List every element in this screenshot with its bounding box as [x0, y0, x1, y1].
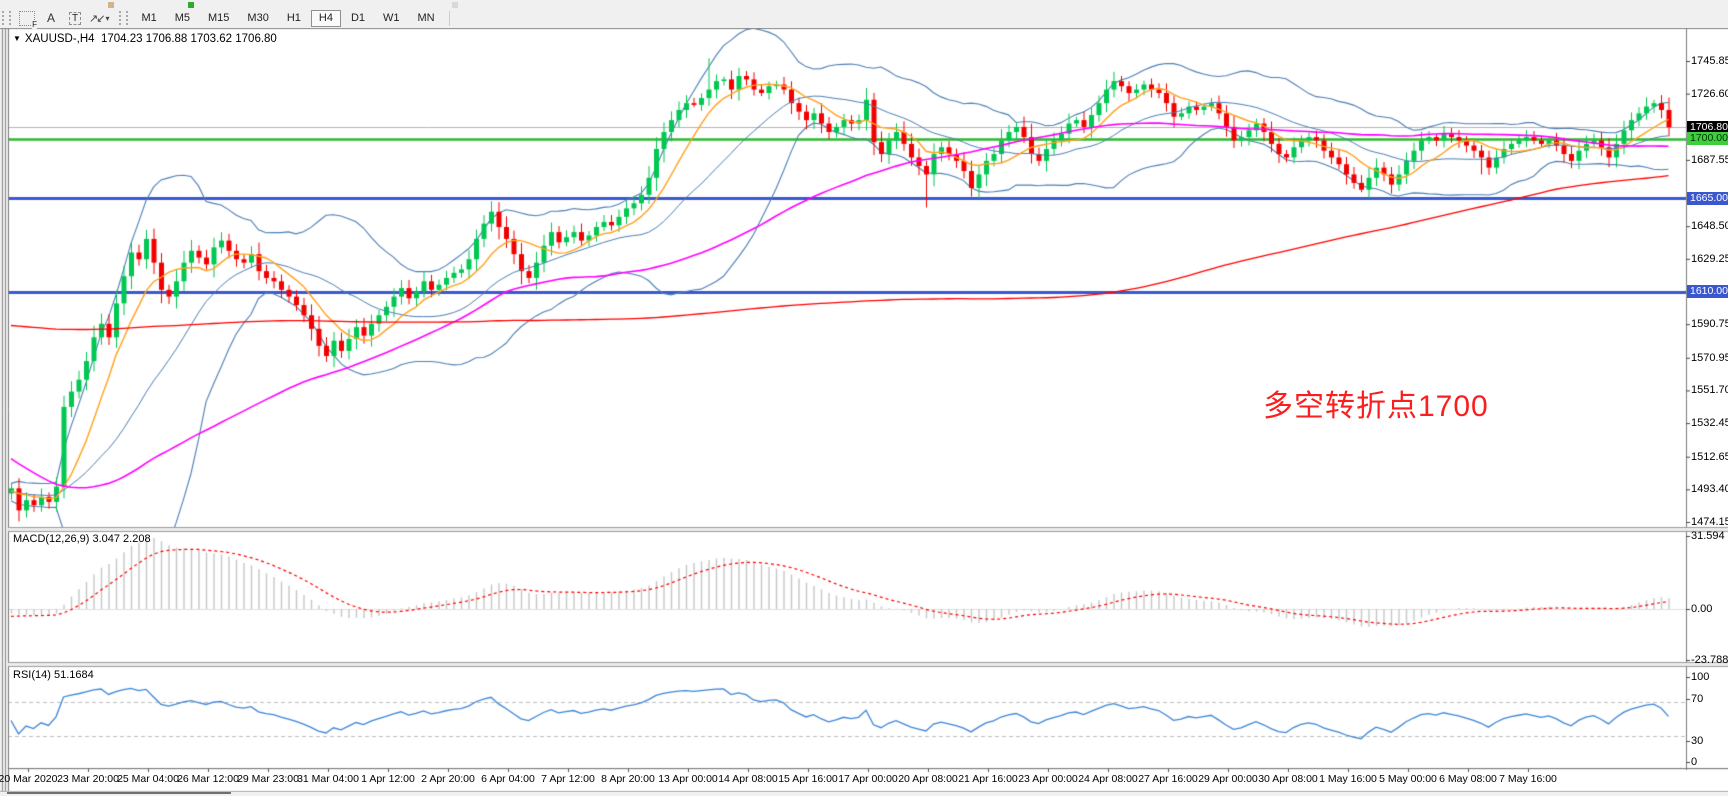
timeframe-w1-button[interactable]: W1	[375, 10, 408, 27]
rsi-axis-label: 30	[1691, 735, 1703, 747]
price-axis-label: 1590.75	[1691, 318, 1728, 330]
timeframe-m30-button[interactable]: M30	[239, 10, 276, 27]
bottom-panel-edge	[7, 792, 231, 794]
time-axis-label: 21 Apr 16:00	[958, 773, 1018, 785]
macd-axis-label: 31.594	[1691, 530, 1725, 542]
symbol-dropdown-icon[interactable]: ▼	[13, 34, 21, 43]
time-axis-label: 31 Mar 04:00	[297, 773, 359, 785]
time-axis-label: 29 Mar 23:00	[237, 773, 299, 785]
letter-a-icon: A	[47, 11, 55, 25]
time-axis-label: 30 Apr 08:00	[1258, 773, 1318, 785]
time-axis-label: 25 Mar 04:00	[117, 773, 179, 785]
time-axis-label: 24 Apr 08:00	[1078, 773, 1138, 785]
timeframe-m5-button[interactable]: M5	[167, 10, 198, 27]
price-tag: 1700.00	[1687, 132, 1728, 145]
dotted-grid-icon: F	[19, 11, 35, 26]
macd-axis-label: -23.788	[1691, 654, 1728, 666]
time-axis-label: 8 Apr 20:00	[601, 773, 655, 785]
timeframe-m15-button[interactable]: M15	[200, 10, 237, 27]
time-axis-label: 23 Apr 00:00	[1018, 773, 1078, 785]
price-tag: 1610.00	[1687, 285, 1728, 298]
time-axis-label: 17 Apr 00:00	[838, 773, 898, 785]
macd-indicator-label: MACD(12,26,9) 3.047 2.208	[13, 533, 151, 545]
price-axis-label: 1745.85	[1691, 55, 1728, 67]
rsi-indicator-label: RSI(14) 51.1684	[13, 669, 94, 681]
timeframe-h4-button[interactable]: H4	[311, 10, 341, 27]
time-axis-label: 5 May 00:00	[1379, 773, 1437, 785]
dropdown-caret-icon: ▾	[105, 14, 109, 23]
price-axis-label: 1570.95	[1691, 352, 1728, 364]
ohlc-values-label: 1704.23 1706.88 1703.62 1706.80	[101, 33, 277, 45]
chart-annotation-text[interactable]: 多空转折点1700	[1263, 381, 1489, 425]
price-axis-label: 1512.65	[1691, 451, 1728, 463]
time-axis-label: 20 Mar 2020	[0, 773, 57, 785]
timeframe-d1-button[interactable]: D1	[343, 10, 373, 27]
price-tag: 1665.00	[1687, 192, 1728, 205]
time-axis-label: 20 Apr 08:00	[898, 773, 958, 785]
price-axis-label: 1629.25	[1691, 253, 1728, 265]
arrange-windows-button[interactable]: ↗↙ ▾	[88, 8, 110, 28]
time-axis-label: 15 Apr 16:00	[778, 773, 838, 785]
price-axis-label: 1474.15	[1691, 516, 1728, 528]
time-axis-label: 27 Apr 16:00	[1138, 773, 1198, 785]
grid-f-tool-button[interactable]: F	[16, 8, 38, 28]
timeframe-mn-button[interactable]: MN	[410, 10, 443, 27]
symbol-timeframe-label: XAUUSD-,H4	[25, 33, 95, 45]
time-axis-label: 29 Apr 00:00	[1198, 773, 1258, 785]
chart-ohlc-info: ▼ XAUUSD-,H4 1704.23 1706.88 1703.62 1706…	[13, 33, 277, 45]
text-box-icon: T	[69, 12, 81, 25]
toolbar-separator	[449, 11, 450, 26]
time-axis-label: 6 Apr 04:00	[481, 773, 535, 785]
toolbar-grip-handle[interactable]	[2, 11, 11, 25]
rsi-axis-label: 100	[1691, 671, 1709, 683]
time-axis-label: 7 May 16:00	[1499, 773, 1557, 785]
toolbar-grip-handle[interactable]	[119, 11, 128, 25]
time-axis-label: 6 May 08:00	[1439, 773, 1497, 785]
price-axis-label: 1551.70	[1691, 384, 1728, 396]
time-axis-label: 7 Apr 12:00	[541, 773, 595, 785]
letter-a-tool-button[interactable]: A	[40, 8, 62, 28]
text-box-tool-button[interactable]: T	[64, 8, 86, 28]
rsi-axis-label: 70	[1691, 693, 1703, 705]
price-axis-label: 1493.40	[1691, 483, 1728, 495]
bottom-edge-strip	[0, 792, 1728, 796]
chart-toolbar: F A T ↗↙ ▾ M1 M5 M15 M30 H1 H4 D1 W1 MN	[0, 8, 1728, 28]
time-axis-label: 26 Mar 12:00	[177, 773, 239, 785]
macd-axis-label: 0.00	[1691, 603, 1712, 615]
price-axis-label: 1687.55	[1691, 154, 1728, 166]
time-axis-label: 1 May 16:00	[1319, 773, 1377, 785]
timeframe-m1-button[interactable]: M1	[133, 10, 164, 27]
timeframe-h1-button[interactable]: H1	[279, 10, 309, 27]
time-axis-label: 1 Apr 12:00	[361, 773, 415, 785]
diagonal-arrows-icon: ↗↙	[89, 12, 103, 25]
time-axis-label: 23 Mar 20:00	[57, 773, 119, 785]
price-axis-label: 1726.60	[1691, 88, 1728, 100]
rsi-axis-label: 0	[1691, 756, 1697, 768]
time-axis-label: 13 Apr 00:00	[658, 773, 718, 785]
price-axis-label: 1648.50	[1691, 220, 1728, 232]
time-axis-label: 14 Apr 08:00	[718, 773, 778, 785]
time-axis-label: 2 Apr 20:00	[421, 773, 475, 785]
price-axis-label: 1532.45	[1691, 417, 1728, 429]
